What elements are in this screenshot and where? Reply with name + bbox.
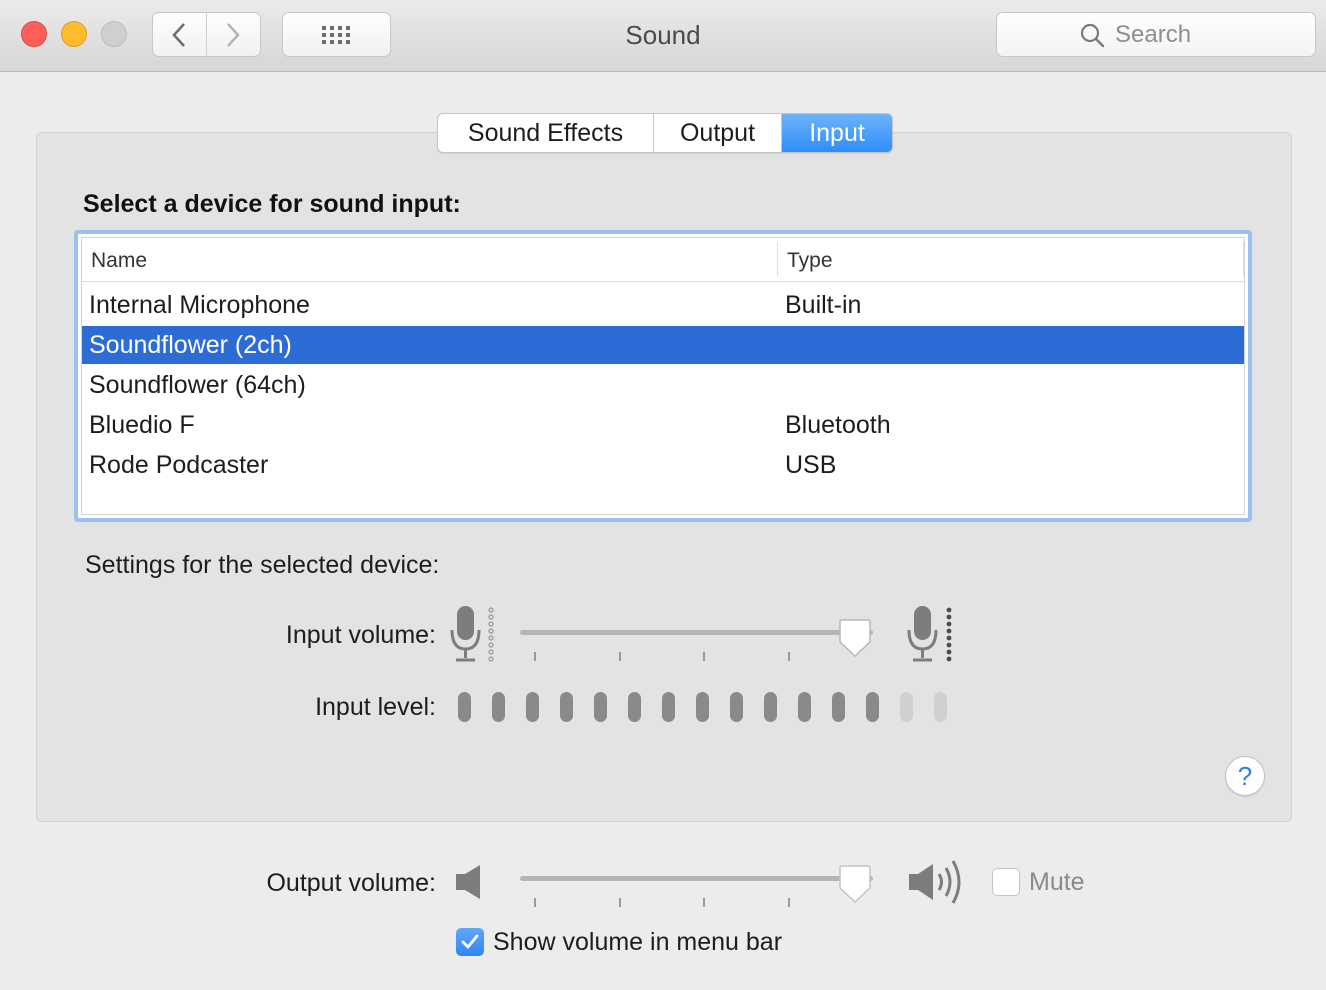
device-table-body: Name Type Internal Microphone Built-in S… <box>81 237 1245 515</box>
speaker-high-icon <box>909 860 961 904</box>
column-header-type[interactable]: Type <box>787 249 833 273</box>
table-row[interactable]: Soundflower (64ch) <box>82 366 1244 404</box>
input-volume-slider[interactable] <box>520 630 873 635</box>
device-type: USB <box>785 451 837 479</box>
level-segment <box>798 692 811 722</box>
microphone-low-icon <box>450 606 494 662</box>
level-segment <box>764 692 777 722</box>
slider-tick <box>619 652 621 661</box>
input-volume-label: Input volume: <box>285 621 436 649</box>
tab-sound-effects[interactable]: Sound Effects <box>438 114 654 152</box>
level-segment <box>560 692 573 722</box>
device-type: Built-in <box>785 291 862 319</box>
input-volume-slider-thumb[interactable] <box>839 618 872 658</box>
level-segment <box>458 692 471 722</box>
column-divider-end <box>1243 242 1244 276</box>
level-segment <box>526 692 539 722</box>
slider-tick <box>703 898 705 907</box>
tab-input[interactable]: Input <box>782 114 892 152</box>
help-button[interactable]: ? <box>1225 756 1265 796</box>
output-volume-slider[interactable] <box>520 876 873 881</box>
input-level-label: Input level: <box>315 693 436 721</box>
slider-tick <box>788 652 790 661</box>
tab-bar: Sound Effects Output Input <box>437 113 893 153</box>
slider-tick <box>619 898 621 907</box>
slider-tick <box>534 652 536 661</box>
device-name: Bluedio F <box>89 411 195 439</box>
search-icon <box>1080 23 1105 47</box>
section-title: Select a device for sound input: <box>83 190 461 218</box>
device-name: Soundflower (64ch) <box>89 371 306 399</box>
device-table[interactable]: Name Type Internal Microphone Built-in S… <box>74 230 1252 522</box>
show-volume-checkbox[interactable] <box>456 928 484 956</box>
table-row[interactable]: Rode Podcaster USB <box>82 446 1244 484</box>
speaker-low-icon <box>456 865 480 899</box>
table-row[interactable]: Bluedio F Bluetooth <box>82 406 1244 444</box>
search-field[interactable]: Search <box>996 12 1316 57</box>
table-row[interactable]: Internal Microphone Built-in <box>82 286 1244 324</box>
slider-tick <box>788 898 790 907</box>
level-segment <box>594 692 607 722</box>
level-segment <box>934 692 947 722</box>
output-volume-label: Output volume: <box>266 869 436 897</box>
device-type: Bluetooth <box>785 411 891 439</box>
level-segment <box>628 692 641 722</box>
column-header-name[interactable]: Name <box>91 249 147 273</box>
search-placeholder: Search <box>1115 20 1192 48</box>
table-row-selected[interactable]: Soundflower (2ch) <box>82 326 1244 364</box>
level-segment <box>492 692 505 722</box>
device-name: Soundflower (2ch) <box>89 331 292 359</box>
table-header: Name Type <box>82 238 1244 282</box>
output-volume-slider-thumb[interactable] <box>839 864 872 904</box>
level-segment <box>832 692 845 722</box>
level-segment <box>696 692 709 722</box>
level-segment <box>662 692 675 722</box>
checkmark-icon <box>461 934 479 949</box>
show-volume-label: Show volume in menu bar <box>493 928 783 956</box>
mute-checkbox[interactable] <box>992 868 1020 896</box>
mute-label: Mute <box>1029 868 1085 896</box>
settings-title: Settings for the selected device: <box>85 551 440 579</box>
slider-tick <box>534 898 536 907</box>
level-segment <box>900 692 913 722</box>
tab-output[interactable]: Output <box>654 114 782 152</box>
device-name: Rode Podcaster <box>89 451 269 479</box>
column-divider[interactable] <box>777 242 778 276</box>
microphone-high-icon <box>907 606 952 662</box>
device-name: Internal Microphone <box>89 291 310 319</box>
level-segment <box>866 692 879 722</box>
slider-tick <box>703 652 705 661</box>
level-segment <box>730 692 743 722</box>
title-bar: Sound Search <box>0 0 1326 72</box>
